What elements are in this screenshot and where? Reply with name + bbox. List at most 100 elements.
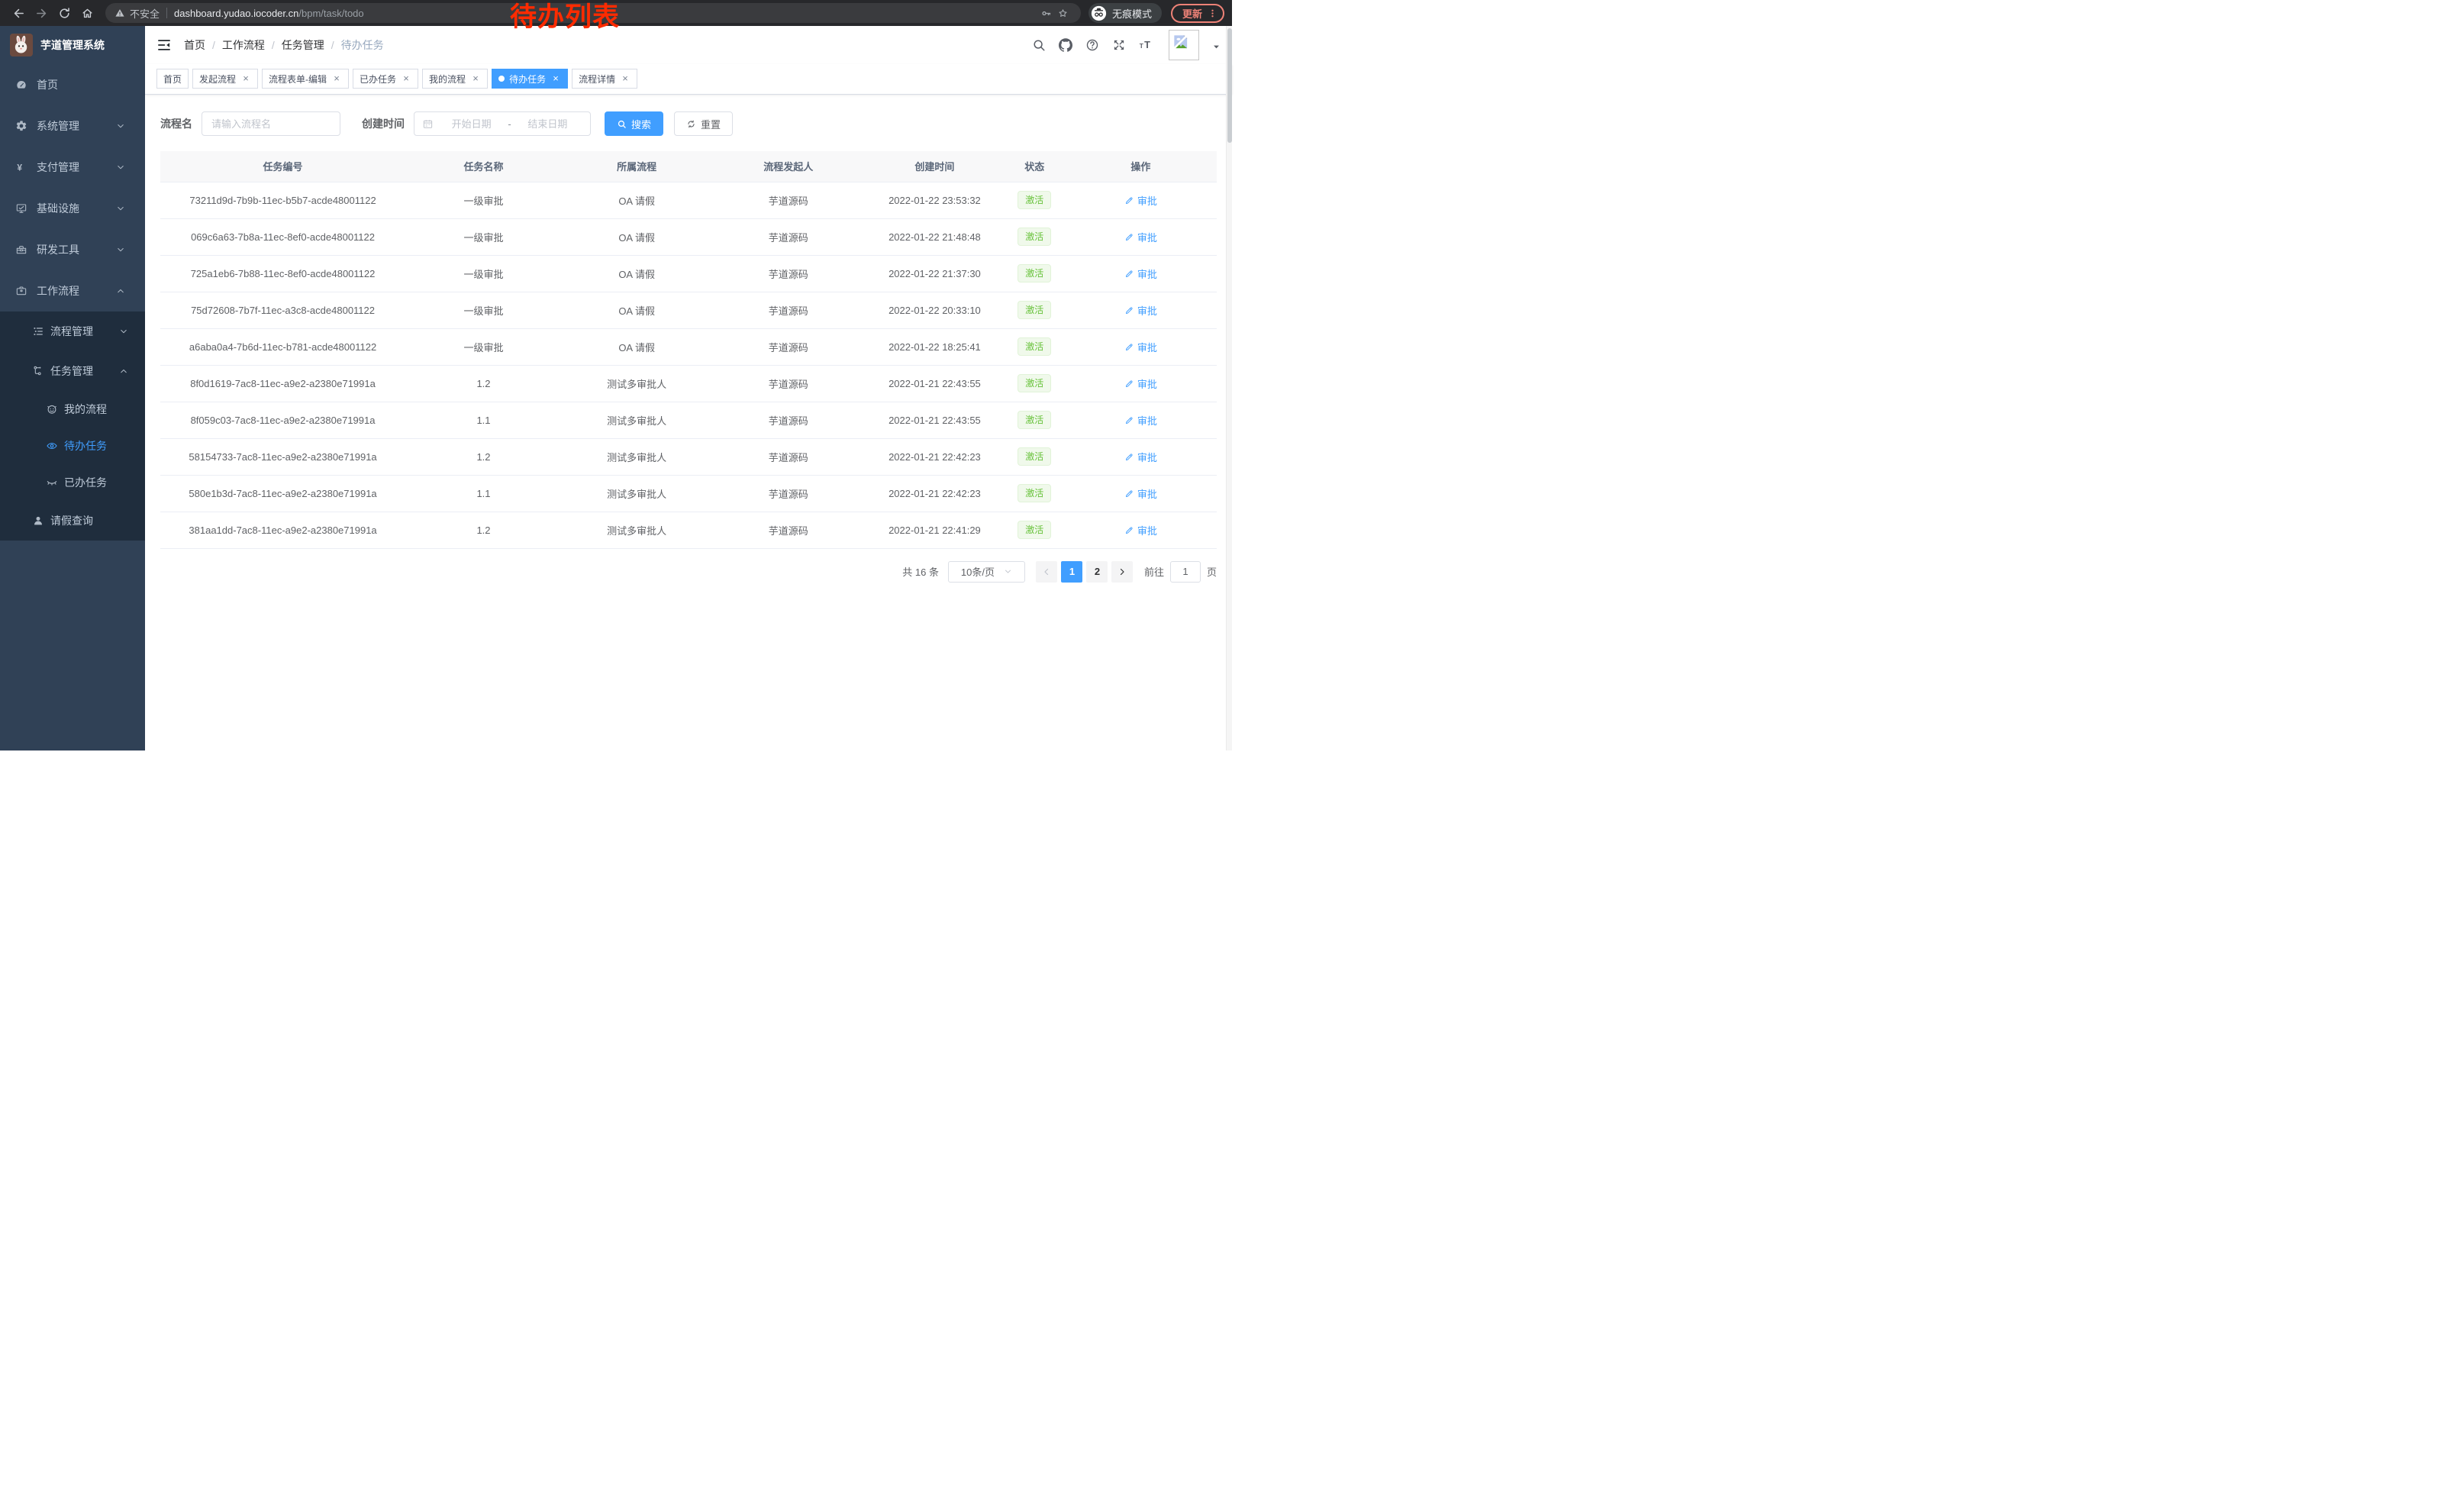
github-icon[interactable] [1059,38,1072,52]
tab-process-detail[interactable]: 流程详情 × [572,69,637,89]
tab-label: 流程表单-编辑 [269,73,327,86]
close-tab-icon[interactable]: × [470,73,481,84]
cell-task-id: 8f059c03-7ac8-11ec-a9e2-a2380e71991a [160,402,405,438]
column-header: 操作 [1065,151,1217,182]
approve-link[interactable]: 审批 [1124,486,1157,501]
breadcrumb-item[interactable]: 工作流程 [222,37,265,53]
goto-page-input[interactable] [1170,561,1201,583]
active-tab-dot [498,76,505,82]
app-logo-row[interactable]: 芋道管理系统 [0,26,145,64]
goto-label: 前往 [1144,564,1164,579]
approve-link[interactable]: 审批 [1124,450,1157,464]
pagination-total: 共 16 条 [902,564,939,579]
approve-link[interactable]: 审批 [1124,413,1157,428]
edit-icon [1124,415,1134,425]
sidebar-item-my-process[interactable]: 我的流程 [0,391,145,428]
home-icon[interactable] [76,2,98,24]
window-scrollbar[interactable] [1226,26,1232,750]
browser-menu-icon[interactable] [1208,8,1217,18]
chev-left [1042,567,1051,576]
forward-icon[interactable] [31,2,52,24]
annotation-title: 待办列表 [510,2,620,34]
close-tab-icon[interactable]: × [401,73,411,84]
toolbox-icon [15,244,27,256]
close-tab-icon[interactable]: × [550,73,561,84]
tab-label: 流程详情 [579,73,615,86]
cell-initiator: 芋道源码 [711,255,865,292]
font-size-icon[interactable]: TT [1139,38,1153,52]
reset-button[interactable]: 重置 [674,111,733,136]
end-date-input[interactable] [513,118,582,130]
cell-created: 2022-01-22 21:37:30 [865,255,1005,292]
reload-icon[interactable] [53,2,75,24]
sidebar-item-label: 支付管理 [37,160,79,175]
sidebar-item-task-management[interactable]: 任务管理 [0,351,145,391]
sidebar-collapse-icon[interactable] [156,37,172,53]
back-icon[interactable] [8,2,29,24]
search-button[interactable]: 搜索 [605,111,663,136]
page-button-1[interactable]: 1 [1061,561,1082,583]
sidebar-item-done-tasks[interactable]: 已办任务 [0,464,145,501]
table-row: 8f059c03-7ac8-11ec-a9e2-a2380e71991a 1.1… [160,402,1217,438]
navbar-actions: TT [1032,30,1221,60]
approve-link[interactable]: 审批 [1124,376,1157,391]
key-icon[interactable] [1038,5,1055,21]
cell-process: 测试多审批人 [562,438,712,475]
prev-page-button[interactable] [1036,561,1057,583]
help-icon[interactable] [1085,38,1099,52]
page-size-select[interactable]: 10条/页 [948,561,1025,583]
sidebar-item-infrastructure[interactable]: 基础设施 [0,188,145,229]
tab-my-process[interactable]: 我的流程 × [422,69,488,89]
tags-view: 首页发起流程×流程表单-编辑×已办任务×我的流程×待办任务×流程详情× [145,64,1232,95]
table-row: 381aa1dd-7ac8-11ec-a9e2-a2380e71991a 1.2… [160,512,1217,548]
sidebar-item-system-management[interactable]: 系统管理 [0,105,145,147]
cell-task-name: 1.2 [405,438,562,475]
scrollbar-thumb[interactable] [1227,28,1232,143]
approve-link[interactable]: 审批 [1124,523,1157,537]
approve-link[interactable]: 审批 [1124,230,1157,244]
sidebar-item-process-management[interactable]: 流程管理 [0,311,145,351]
sidebar-item-label: 待办任务 [64,438,107,454]
process-name-input[interactable] [202,111,340,136]
sidebar-item-workflow[interactable]: 工作流程 [0,270,145,311]
approve-link[interactable]: 审批 [1124,340,1157,354]
breadcrumb-item[interactable]: 任务管理 [282,37,324,53]
user-avatar[interactable] [1169,30,1199,60]
table-row: 725a1eb6-7b88-11ec-8ef0-acde48001122 一级审… [160,255,1217,292]
eye-closed-icon [46,476,58,489]
start-date-input[interactable] [437,118,506,130]
status-badge: 激活 [1018,374,1051,392]
close-tab-icon[interactable]: × [620,73,631,84]
table-row: 069c6a63-7b8a-11ec-8ef0-acde48001122 一级审… [160,218,1217,255]
update-button[interactable]: 更新 [1171,4,1224,23]
tab-start-process[interactable]: 发起流程× [192,69,258,89]
security-chip[interactable]: 不安全 [114,6,160,21]
page-button-2[interactable]: 2 [1086,561,1108,583]
approve-link[interactable]: 审批 [1124,266,1157,281]
sidebar-item-label: 基础设施 [37,201,79,216]
tab-todo-tasks[interactable]: 待办任务× [492,69,568,89]
date-range-picker[interactable]: - [414,111,591,136]
tab-done-tasks[interactable]: 已办任务× [353,69,418,89]
sidebar-item-payment-management[interactable]: ¥支付管理 [0,147,145,188]
svg-text:T: T [1140,43,1143,50]
tab-process-form-edit[interactable]: 流程表单-编辑 × [262,69,349,89]
cell-process: OA 请假 [562,182,712,218]
tab-home[interactable]: 首页 [156,69,189,89]
search-icon[interactable] [1032,38,1046,52]
sidebar-item-leave-query[interactable]: 请假查询 [0,501,145,541]
close-tab-icon[interactable]: × [240,73,251,84]
process-name-label: 流程名 [160,116,192,131]
next-page-button[interactable] [1111,561,1133,583]
fullscreen-icon[interactable] [1112,38,1126,52]
sidebar-item-home[interactable]: 首页 [0,64,145,105]
tab-label: 我的流程 [429,73,466,86]
close-tab-icon[interactable]: × [331,73,342,84]
bookmark-star-icon[interactable] [1055,5,1072,21]
sidebar-item-dev-tools[interactable]: 研发工具 [0,229,145,270]
user-menu-caret-icon[interactable] [1212,41,1221,50]
breadcrumb-item[interactable]: 首页 [184,37,205,53]
sidebar-item-todo-tasks[interactable]: 待办任务 [0,428,145,464]
approve-link[interactable]: 审批 [1124,303,1157,318]
approve-link[interactable]: 审批 [1124,193,1157,208]
